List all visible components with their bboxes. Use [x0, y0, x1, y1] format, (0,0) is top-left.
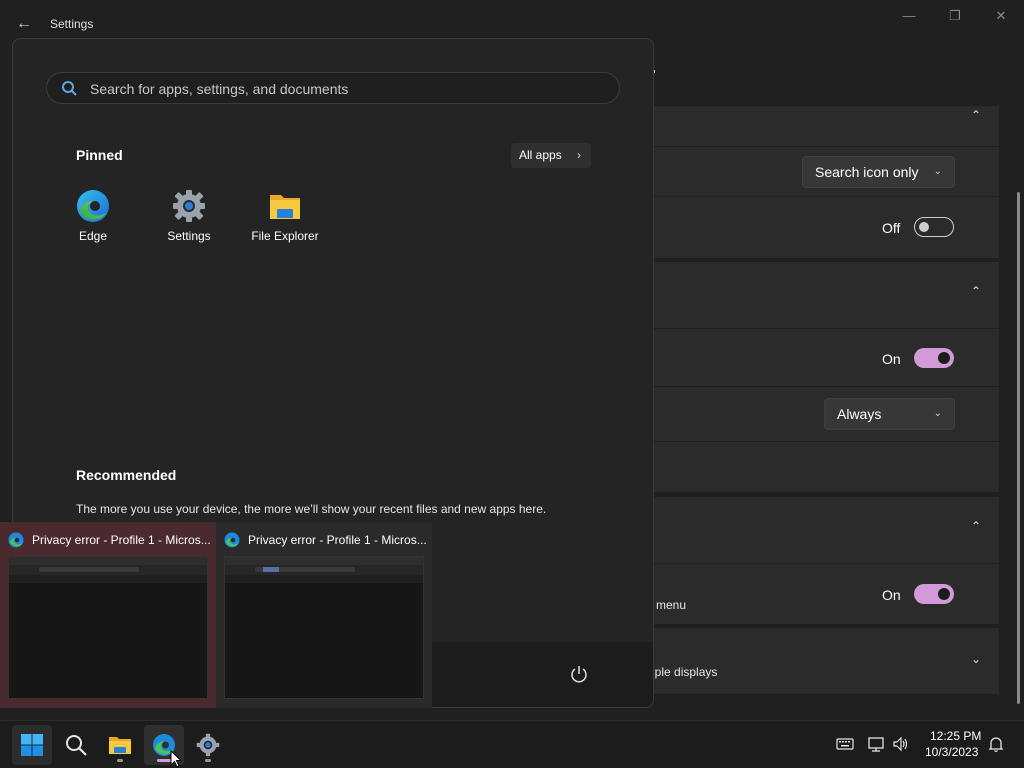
taskbar-file-explorer[interactable]: [100, 725, 140, 765]
minimize-icon[interactable]: —: [894, 6, 924, 26]
window-preview-image: [224, 556, 424, 699]
search-mode-dropdown-value: Search icon only: [815, 164, 919, 180]
chevron-down-icon[interactable]: ⌄: [971, 652, 981, 666]
toggle-3-state-label: On: [882, 587, 901, 603]
window-title: Settings: [50, 17, 94, 31]
start-section-header[interactable]: ⌃: [652, 497, 999, 563]
pinned-app-label: Settings: [167, 229, 211, 243]
chevron-down-icon: ⌄: [933, 408, 942, 419]
toggle-2-state-label: On: [882, 351, 901, 367]
recommended-description: The more you use your device, the more w…: [76, 502, 547, 516]
toggle-3-switch[interactable]: [914, 584, 954, 604]
toggle-2-switch[interactable]: [914, 348, 954, 368]
always-dropdown[interactable]: Always ⌄: [824, 398, 955, 430]
chevron-up-icon[interactable]: ⌃: [971, 284, 981, 298]
taskbar-behaviors-section-header[interactable]: ⌃: [652, 262, 999, 328]
search-placeholder: Search for apps, settings, and documents: [90, 81, 349, 97]
pinned-app-label: File Explorer: [251, 229, 319, 243]
all-apps-label: All apps: [519, 148, 562, 162]
back-arrow-icon[interactable]: ←: [14, 14, 34, 34]
edge-icon: [224, 532, 240, 548]
pinned-app-label: Edge: [78, 229, 108, 243]
folder-icon: [270, 195, 300, 219]
settings-scrollbar[interactable]: [1017, 192, 1020, 704]
mouse-cursor-icon: [170, 750, 182, 768]
maximize-icon[interactable]: ❐: [940, 6, 970, 26]
power-icon[interactable]: [569, 664, 589, 684]
taskbar-clock-time[interactable]: 12:25 PM: [930, 729, 981, 743]
file-explorer-icon: [109, 737, 131, 754]
start-search-box[interactable]: Search for apps, settings, and documents: [46, 72, 620, 104]
edge-icon: [77, 190, 109, 222]
running-indicator: [205, 759, 211, 762]
pinned-app-settings[interactable]: Settings: [141, 189, 237, 249]
taskbar-search-button[interactable]: [56, 725, 96, 765]
pinned-heading: Pinned: [76, 147, 123, 163]
multiple-displays-section[interactable]: ⌄: [652, 628, 999, 694]
recommended-heading: Recommended: [76, 467, 177, 483]
taskbar-items-section-header[interactable]: ⌃: [652, 106, 999, 146]
chevron-up-icon[interactable]: ⌃: [971, 519, 981, 533]
keyboard-icon[interactable]: [836, 735, 854, 753]
notification-bell-icon[interactable]: [987, 735, 1005, 753]
pinned-app-edge[interactable]: Edge: [45, 189, 141, 249]
search-icon: [62, 81, 77, 96]
start-button[interactable]: [12, 725, 52, 765]
volume-icon[interactable]: [892, 735, 910, 753]
search-icon: [66, 735, 87, 756]
window-preview-image: [8, 556, 208, 699]
settings-gear-icon: [196, 733, 220, 757]
search-mode-dropdown[interactable]: Search icon only ⌄: [802, 156, 955, 188]
running-indicator: [117, 759, 123, 762]
always-dropdown-value: Always: [837, 406, 882, 422]
edge-window-previews: Privacy error - Profile 1 - Micros... Pr…: [0, 522, 432, 708]
window-preview-title: Privacy error - Profile 1 - Micros...: [32, 533, 211, 547]
toggle-1-state-label: Off: [882, 220, 901, 236]
window-preview-title: Privacy error - Profile 1 - Micros...: [248, 533, 427, 547]
window-preview-1[interactable]: Privacy error - Profile 1 - Micros...: [0, 522, 216, 708]
edge-icon: [8, 532, 24, 548]
taskbar-clock-date[interactable]: 10/3/2023: [925, 745, 978, 759]
multiple-displays-label: iple displays: [652, 665, 718, 679]
chevron-right-icon: ›: [577, 148, 581, 162]
empty-setting-row: [652, 442, 999, 492]
chevron-up-icon[interactable]: ⌃: [971, 108, 981, 122]
windows-start-icon: [21, 734, 43, 756]
window-preview-2[interactable]: Privacy error - Profile 1 - Micros...: [216, 522, 432, 708]
chevron-down-icon: ⌄: [933, 166, 942, 177]
close-icon[interactable]: ✕: [986, 6, 1016, 26]
all-apps-button[interactable]: All apps ›: [511, 143, 591, 168]
toggle-1-switch[interactable]: [914, 217, 954, 237]
pinned-app-file-explorer[interactable]: File Explorer: [237, 189, 333, 249]
taskbar-settings[interactable]: [188, 725, 228, 765]
running-indicator: [157, 759, 171, 762]
settings-gear-icon: [173, 190, 205, 222]
network-icon[interactable]: [867, 735, 885, 753]
menu-setting-label: menu: [656, 598, 687, 612]
